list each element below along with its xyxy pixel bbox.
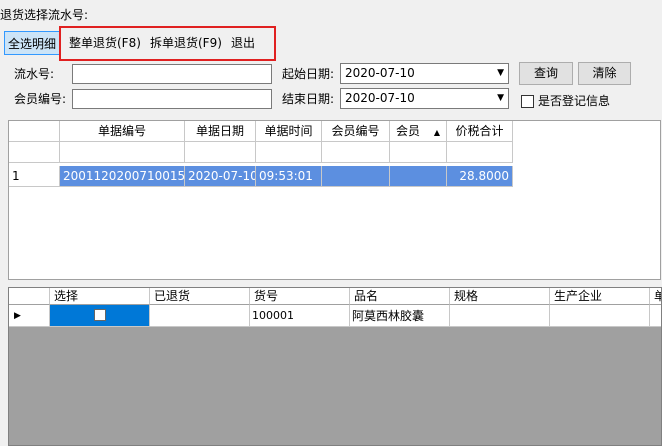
cell-returned[interactable] [150,305,250,327]
cell-member[interactable] [390,166,447,187]
start-date-label: 起始日期: [282,67,335,81]
end-date-label: 结束日期: [282,92,335,106]
filter-row-cell[interactable] [390,142,447,163]
cell-name[interactable]: 阿莫西林胶囊 [350,305,450,327]
column-header-doc-time[interactable]: 单据时间 [256,121,322,142]
column-header-returned[interactable]: 已退货 [150,288,250,305]
cell-doc-no[interactable]: 20011202007100153 [60,166,185,187]
start-date-value: 2020-07-10 [345,66,415,80]
column-header-spec[interactable]: 规格 [450,288,550,305]
member-no-input[interactable] [72,89,272,109]
end-date-value: 2020-07-10 [345,91,415,105]
end-date-picker[interactable]: 2020-07-10 ▼ [340,88,509,109]
column-header-unit[interactable]: 单 [650,288,661,305]
filter-row-cell[interactable] [447,142,513,163]
sort-ascending-icon: ▲ [433,128,440,137]
select-checkbox[interactable] [94,309,106,321]
filter-row-cell[interactable] [185,142,256,163]
register-info-label: 是否登记信息 [538,94,611,108]
grid-corner-header [9,121,60,142]
cell-spec[interactable] [450,305,550,327]
column-header-total[interactable]: 价税合计 [447,121,513,142]
grid-corner-header [9,288,50,305]
highlight-box [59,26,276,61]
column-header-maker[interactable]: 生产企业 [550,288,650,305]
cell-doc-date[interactable]: 2020-07-10 [185,166,256,187]
cell-total[interactable]: 28.8000 [447,166,513,187]
cell-item-no[interactable]: 100001 [250,305,350,327]
cell-unit[interactable] [650,305,661,327]
window-title: 退货选择流水号: [0,8,89,22]
serial-input[interactable] [72,64,272,84]
filter-row-cell[interactable] [60,142,185,163]
filter-row-cell[interactable] [9,142,60,163]
serial-label: 流水号: [14,67,55,81]
member-no-label: 会员编号: [14,92,67,106]
select-all-button[interactable]: 全选明细 [4,31,61,55]
register-info-checkbox[interactable] [521,95,534,108]
column-header-member[interactable]: 会员 ▲ [390,121,447,142]
details-grid: 选择 已退货 货号 品名 规格 生产企业 单 ▶ 100001 阿莫西林胶囊 [8,287,662,446]
query-button[interactable]: 查询 [519,62,573,85]
column-header-doc-date[interactable]: 单据日期 [185,121,256,142]
column-header-select[interactable]: 选择 [50,288,150,305]
row-index[interactable]: 1 [9,166,60,187]
filter-row-cell[interactable] [256,142,322,163]
cell-maker[interactable] [550,305,650,327]
cell-doc-time[interactable]: 09:53:01 [256,166,322,187]
column-header-doc-no[interactable]: 单据编号 [60,121,185,142]
cell-select[interactable] [50,305,150,327]
row-selector-icon[interactable]: ▶ [9,305,50,327]
orders-grid: 单据编号 单据日期 单据时间 会员编号 会员 ▲ 价税合计 1 20011202… [8,120,661,280]
column-header-member-no[interactable]: 会员编号 [322,121,390,142]
column-header-member-label: 会员 [396,124,421,138]
clear-button[interactable]: 清除 [578,62,631,85]
column-header-item-no[interactable]: 货号 [250,288,350,305]
column-header-name[interactable]: 品名 [350,288,450,305]
filter-row-cell[interactable] [322,142,390,163]
dropdown-arrow-icon[interactable]: ▼ [497,89,504,108]
cell-member-no[interactable] [322,166,390,187]
dropdown-arrow-icon[interactable]: ▼ [497,64,504,83]
start-date-picker[interactable]: 2020-07-10 ▼ [340,63,509,84]
